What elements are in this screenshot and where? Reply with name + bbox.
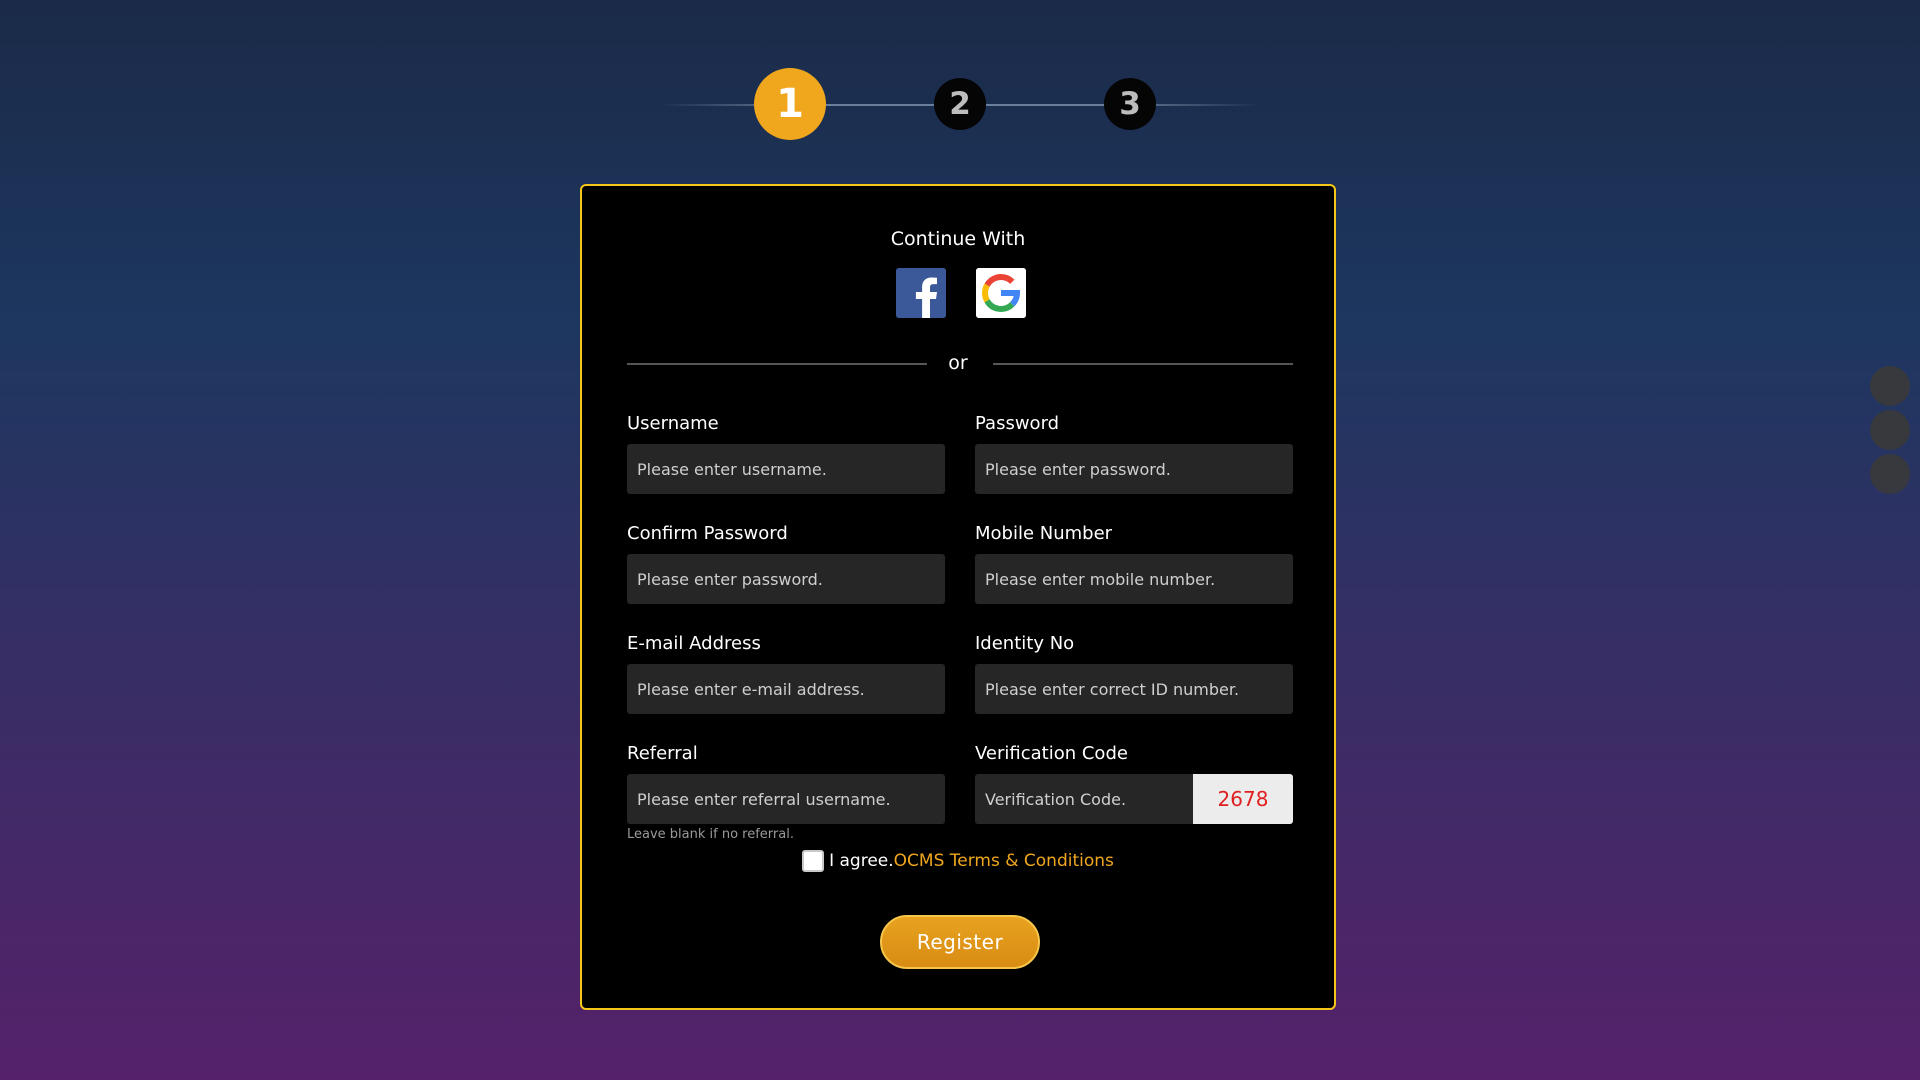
password-label: Password [975, 413, 1060, 434]
facebook-icon [896, 268, 946, 318]
verification-input[interactable] [975, 774, 1193, 824]
username-input[interactable] [627, 444, 945, 494]
side-floating-buttons [1870, 366, 1910, 498]
identity-field-group: Identity No [975, 632, 1293, 714]
mobile-number-label: Mobile Number [975, 523, 1113, 544]
google-icon [976, 268, 1026, 318]
password-input[interactable] [975, 444, 1293, 494]
identity-label: Identity No [975, 633, 1075, 654]
step-1-indicator: 1 [754, 68, 826, 140]
terms-agreement: I agree. OCMS Terms & Conditions [582, 850, 1334, 872]
confirm-password-field-group: Confirm Password [627, 522, 945, 604]
referral-hint: Leave blank if no referral. [627, 827, 794, 842]
referral-field-group: Referral Leave blank if no referral. [627, 742, 945, 842]
step-2-indicator: 2 [934, 78, 986, 130]
captcha-code[interactable]: 2678 [1193, 774, 1293, 824]
verification-field-group: Verification Code 2678 [975, 742, 1293, 824]
confirm-password-label: Confirm Password [627, 523, 788, 544]
mobile-number-input[interactable] [975, 554, 1293, 604]
password-field-group: Password [975, 412, 1293, 494]
mobile-field-group: Mobile Number [975, 522, 1293, 604]
progress-stepper: 1 2 3 [660, 68, 1260, 140]
side-button-1[interactable] [1870, 366, 1910, 406]
divider-right [993, 363, 1293, 365]
step-3-indicator: 3 [1104, 78, 1156, 130]
confirm-password-input[interactable] [627, 554, 945, 604]
continue-with-label: Continue With [890, 228, 1026, 250]
username-field-group: Username [627, 412, 945, 494]
side-button-3[interactable] [1870, 454, 1910, 494]
verification-label: Verification Code [975, 743, 1128, 764]
google-login-button[interactable] [976, 268, 1026, 318]
identity-input[interactable] [975, 664, 1293, 714]
referral-input[interactable] [627, 774, 945, 824]
email-input[interactable] [627, 664, 945, 714]
agree-text: I agree. [829, 851, 894, 871]
verification-wrap: 2678 [975, 774, 1293, 824]
username-label: Username [627, 413, 719, 434]
side-button-2[interactable] [1870, 410, 1910, 450]
facebook-login-button[interactable] [896, 268, 946, 318]
registration-card: Continue With or Username Password Conf [580, 184, 1336, 1010]
terms-link[interactable]: OCMS Terms & Conditions [894, 851, 1114, 871]
email-label: E-mail Address [627, 633, 761, 654]
email-field-group: E-mail Address [627, 632, 945, 714]
referral-label: Referral [627, 743, 698, 764]
register-button[interactable]: Register [880, 915, 1040, 969]
terms-checkbox[interactable] [802, 850, 825, 872]
